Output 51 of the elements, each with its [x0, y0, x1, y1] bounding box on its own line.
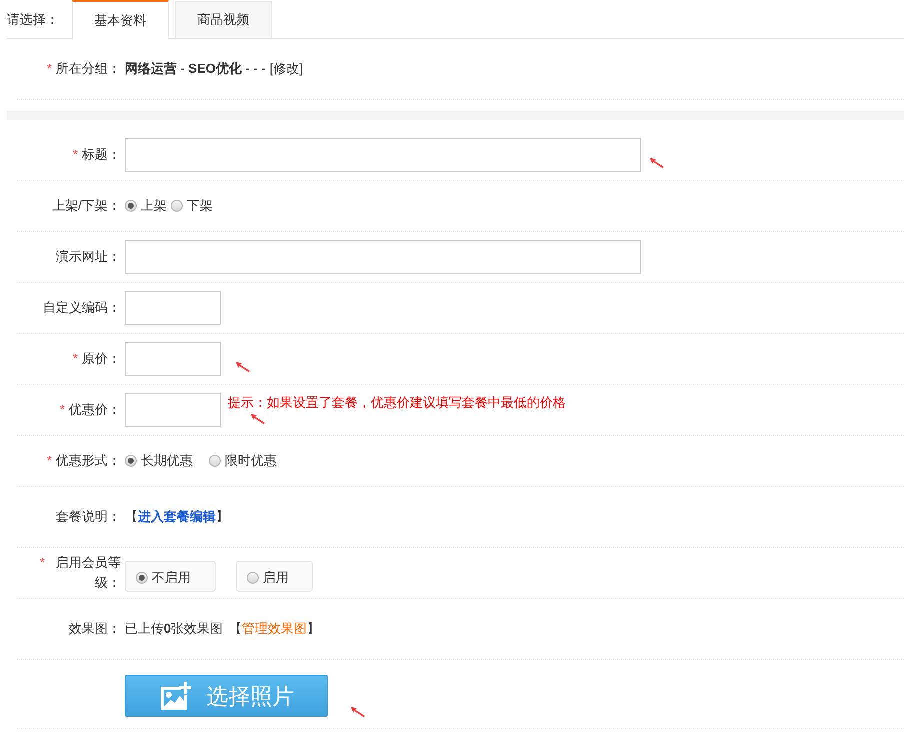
required-asterisk: * — [40, 554, 45, 572]
image-add-icon — [158, 681, 192, 711]
field-label: 上架/下架： — [52, 197, 121, 216]
upload-count-text: 已上传0张效果图 — [125, 620, 224, 638]
required-asterisk: * — [72, 350, 78, 368]
radio-button[interactable] — [209, 455, 221, 467]
edit-link[interactable]: [修改] — [270, 59, 304, 79]
field-label: 优惠价： — [69, 401, 121, 420]
field-label: 自定义编码： — [43, 299, 121, 318]
bracket: 【 — [229, 620, 242, 638]
bracket: 【 — [125, 508, 138, 526]
field-label: 演示网址： — [56, 248, 121, 266]
field-label: 启用会员等级： — [55, 554, 121, 592]
field-label: 效果图： — [69, 620, 121, 638]
radio-option-box[interactable]: 启用 — [236, 561, 313, 592]
radio-option-box[interactable]: 不启用 — [125, 561, 216, 592]
field-label: 所在分组： — [56, 60, 121, 78]
required-asterisk: * — [46, 452, 52, 470]
tab[interactable]: 商品视频 — [175, 1, 272, 38]
arrow-icon — [235, 361, 251, 373]
required-asterisk: * — [60, 401, 65, 420]
radio-option[interactable]: 限时优惠 — [209, 451, 277, 471]
required-asterisk: * — [72, 146, 78, 164]
radio-option[interactable]: 长期优惠 — [125, 451, 193, 471]
text-field[interactable] — [125, 393, 221, 427]
group-value: 网络运营 - SEO优化 - - - — [125, 60, 266, 78]
radio-button[interactable] — [136, 572, 148, 584]
arrow-icon — [350, 706, 366, 718]
field-label: 套餐说明： — [56, 508, 121, 526]
radio-option[interactable]: 下架 — [171, 196, 213, 216]
hint-text: 提示：如果设置了套餐，优惠价建议填写套餐中最低的价格 — [228, 395, 566, 410]
tabs-label: 请选择： — [7, 11, 60, 30]
radio-button[interactable] — [125, 455, 137, 467]
text-field[interactable] — [125, 342, 221, 376]
bracket: 】 — [307, 620, 320, 638]
arrow-icon — [250, 413, 266, 425]
tab[interactable]: 基本资料 — [72, 0, 169, 39]
bracket: 】 — [216, 508, 229, 526]
text-field[interactable] — [125, 291, 221, 325]
text-field[interactable] — [125, 138, 641, 172]
field-label: 标题： — [82, 146, 121, 164]
arrow-icon — [649, 157, 665, 169]
required-asterisk: * — [46, 60, 52, 78]
field-label: 原价： — [82, 350, 121, 368]
text-field[interactable] — [125, 240, 641, 274]
field-label: 优惠形式： — [56, 452, 121, 470]
radio-option[interactable]: 上架 — [125, 196, 167, 216]
radio-button[interactable] — [171, 200, 183, 212]
edit-package-link[interactable]: 进入套餐编辑 — [138, 507, 216, 527]
radio-button[interactable] — [247, 572, 259, 584]
radio-button[interactable] — [125, 200, 137, 212]
